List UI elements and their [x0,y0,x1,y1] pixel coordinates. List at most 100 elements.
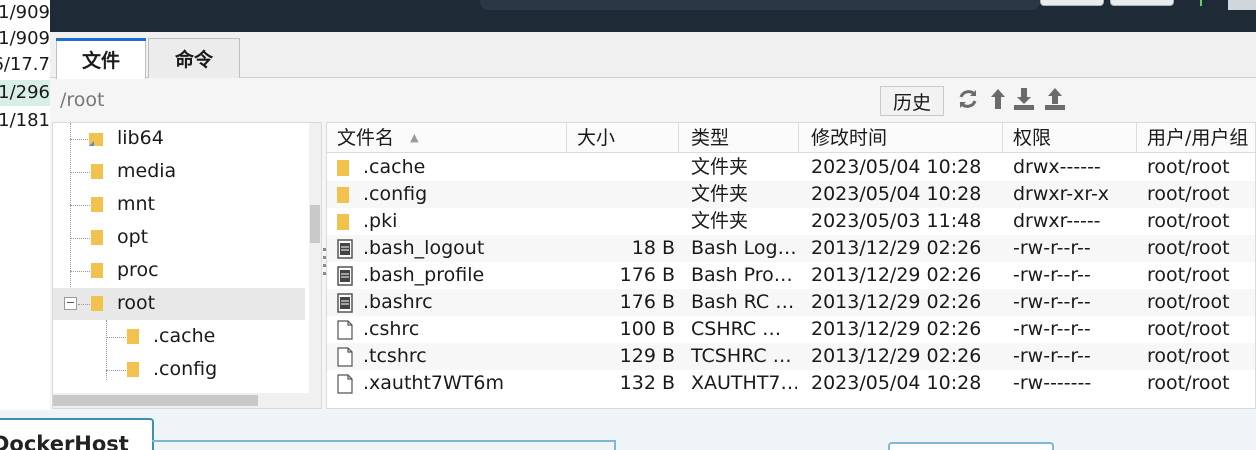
scrollbar-thumb[interactable] [53,395,258,406]
status-indicator [1200,0,1202,6]
terminal-line: 1/909 [0,28,50,49]
sort-ascending-icon: ▲ [410,131,419,144]
terminal-line: 1/181 [0,110,50,131]
top-action-button[interactable] [1040,0,1104,6]
folder-icon [91,230,103,245]
tree-item-config[interactable]: .config [53,354,305,386]
folder-icon [127,362,139,377]
file-type: Bash RC … [691,291,795,313]
folder-icon [337,214,349,230]
folder-icon [337,160,349,176]
file-type: Bash Log… [691,237,797,259]
dockerhost-node[interactable]: DockerHost [0,418,154,450]
tab-files[interactable]: 文件 [56,38,146,79]
tree-item-opt[interactable]: opt [53,222,305,254]
file-owner: root/root [1147,183,1230,205]
tree-horizontal-scrollbar[interactable] [53,393,309,408]
path-bar: /root 历史 [50,79,1256,121]
tab-commands[interactable]: 命令 [148,38,240,78]
file-perm: -rw-r--r-- [1013,318,1091,340]
file-row[interactable]: .bashrc 176 B Bash RC … 2013/12/29 02:26 -rw… [327,289,1255,316]
history-button[interactable]: 历史 [880,86,944,116]
refresh-icon[interactable] [956,87,980,111]
file-type: 文件夹 [691,183,749,205]
file-name: .xautht7WT6m [363,372,504,394]
sftp-panel: 文件 命令 /root 历史 lib64 media mnt opt proc … [50,32,1256,410]
file-row[interactable]: .bash_profile 176 B Bash Pro… 2013/12/29 02… [327,262,1255,289]
file-name: .bash_logout [363,237,485,259]
file-row[interactable]: .cshrc 100 B CSHRC … 2013/12/29 02:26 -rw-r-… [327,316,1255,343]
column-header-type[interactable]: 类型 [679,123,799,153]
upload-icon[interactable] [1043,87,1067,111]
sftp-app-window: 1/909 1/909 6/17.7 1/296 1/181 ▪▪▪▪ 文件 命… [0,0,1256,450]
file-type: 文件夹 [691,156,749,178]
tree-item-mnt[interactable]: mnt [53,189,305,221]
file-row[interactable]: .config 文件夹 2023/05/04 10:28 drwxr-xr-x root… [327,181,1255,208]
tree-item-root[interactable]: − root [53,288,305,320]
tree-item-cache[interactable]: .cache [53,321,305,353]
file-size: 176 B [619,291,675,313]
file-list-header: 文件名 ▲ 大小 类型 修改时间 权限 用户/用户组 [327,123,1255,153]
file-size: 132 B [619,372,675,394]
file-mtime: 2013/12/29 02:26 [811,345,982,367]
file-perm: -rw-r--r-- [1013,264,1091,286]
column-header-permissions[interactable]: 权限 [1003,123,1137,153]
file-mtime: 2013/12/29 02:26 [811,291,982,313]
tree-vertical-scrollbar[interactable] [309,123,321,408]
file-mtime: 2023/05/04 10:28 [811,156,982,178]
file-row-partial[interactable] [327,397,1255,408]
file-row[interactable]: .tcshrc 129 B TCSHRC … 2013/12/29 02:26 -rw-… [327,343,1255,370]
file-size: 18 B [631,237,675,259]
file-name: .cache [363,156,426,178]
file-mtime: 2023/05/04 10:28 [811,372,982,394]
tree-guide-line [70,139,90,140]
file-mtime: 2013/12/29 02:26 [811,264,982,286]
file-row[interactable]: .bash_logout 18 B Bash Log… 2013/12/29 02:2… [327,235,1255,262]
column-header-owner[interactable]: 用户/用户组 [1137,123,1255,153]
file-size [567,208,675,235]
script-file-icon [337,239,353,259]
current-path[interactable]: /root [60,89,105,111]
file-owner: root/root [1147,291,1230,313]
scrollbar-thumb[interactable] [310,205,320,243]
tree-guide-line [70,238,90,239]
tree-item-proc[interactable]: proc [53,255,305,287]
window-control[interactable] [1228,0,1256,10]
command-input-strip[interactable] [480,0,1040,10]
panel-tabs: 文件 命令 [50,32,1256,79]
file-owner: root/root [1147,372,1230,394]
download-icon[interactable] [1012,87,1036,111]
file-mtime: 2013/12/29 02:26 [811,237,982,259]
tree-guide-line [70,205,90,206]
file-owner: root/root [1147,210,1230,232]
column-header-mtime[interactable]: 修改时间 [799,123,1003,153]
tree-item-media[interactable]: media [53,156,305,188]
file-size: 129 B [619,345,675,367]
file-type: CSHRC … [691,318,782,340]
diagram-node[interactable] [888,442,1054,450]
up-arrow-icon[interactable] [986,87,1010,111]
collapse-icon[interactable]: − [64,297,77,310]
file-type: TCSHRC … [691,345,792,367]
tree-guide-line [106,370,126,371]
file-type: Bash Pro… [691,264,793,286]
file-icon [337,347,353,367]
file-name: .pki [363,210,398,232]
column-header-size[interactable]: 大小 [567,123,679,153]
file-mtime: 2023/05/03 11:48 [811,210,982,232]
file-row[interactable]: .xautht7WT6m 132 B XAUTHT7… 2023/05/04 10:2… [327,370,1255,397]
file-name: .tcshrc [363,345,427,367]
file-mtime: 2013/12/29 02:26 [811,318,982,340]
tree-item-lib64[interactable]: lib64 [53,123,305,155]
column-header-name[interactable]: 文件名 ▲ [327,123,567,153]
folder-icon [91,296,103,311]
file-row[interactable]: .cache 文件夹 2023/05/04 10:28 drwx------ root/… [327,154,1255,181]
file-name: .cshrc [363,318,420,340]
file-row[interactable]: .pki 文件夹 2023/05/03 11:48 drwxr----- root/ro… [327,208,1255,235]
top-action-button[interactable] [1110,0,1174,6]
script-file-icon [337,293,353,313]
file-mtime: 2023/05/04 10:28 [811,183,982,205]
file-owner: root/root [1147,318,1230,340]
file-perm: -rw------- [1013,372,1092,394]
top-bar: ▪▪▪▪ [50,0,1256,41]
